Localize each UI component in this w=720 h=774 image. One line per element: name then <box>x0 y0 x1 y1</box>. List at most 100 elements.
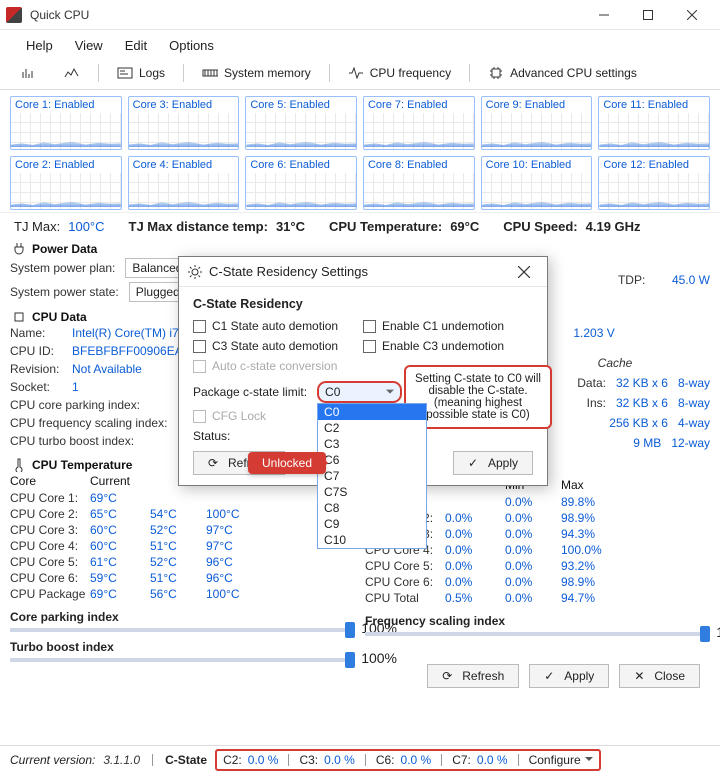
status-bar: Current version: 3.1.1.0 C-State C2:0.0 … <box>0 745 720 774</box>
tool-sparkline-1[interactable] <box>14 63 46 83</box>
c3-auto-demotion-checkbox[interactable]: C3 State auto demotion <box>193 339 353 353</box>
core-panel[interactable]: Core 12: Enabled <box>598 156 710 210</box>
c3-undemotion-checkbox[interactable]: Enable C3 undemotion <box>363 339 523 353</box>
menu-view[interactable]: View <box>65 34 113 57</box>
turbo-slider[interactable]: 100% <box>10 658 355 662</box>
tool-cpufreq[interactable]: CPU frequency <box>340 63 459 83</box>
core-panel[interactable]: Core 2: Enabled <box>10 156 122 210</box>
core-label: Core 1: Enabled <box>11 97 121 113</box>
dialog-close-button[interactable] <box>509 261 539 283</box>
pkg-limit-option[interactable]: C7 <box>318 468 426 484</box>
core-panel[interactable]: Core 3: Enabled <box>128 96 240 150</box>
core-panel[interactable]: Core 7: Enabled <box>363 96 475 150</box>
pkg-limit-option[interactable]: C7S <box>318 484 426 500</box>
window-maximize[interactable] <box>626 0 670 30</box>
app-icon <box>6 7 22 23</box>
core-label: Core 6: Enabled <box>246 157 356 173</box>
core-graph <box>599 173 709 209</box>
c2-label: C2: <box>223 753 242 767</box>
core-label: Core 4: Enabled <box>129 157 239 173</box>
dialog-apply-button[interactable]: ✓Apply <box>453 451 533 475</box>
tool-advcpu-label: Advanced CPU settings <box>510 66 637 80</box>
core-panel[interactable]: Core 8: Enabled <box>363 156 475 210</box>
c6-value: 0.0 % <box>401 753 432 767</box>
core-panel[interactable]: Core 5: Enabled <box>245 96 357 150</box>
menu-options[interactable]: Options <box>159 34 224 57</box>
turbo-pct: 100% <box>361 650 397 666</box>
frequency-scaling-index: Frequency scaling index 100% <box>365 614 710 636</box>
core-panel[interactable]: Core 1: Enabled <box>10 96 122 150</box>
pkg-limit-option[interactable]: C2 <box>318 420 426 436</box>
l1d-label: Data: <box>577 376 606 390</box>
pkg-limit-option[interactable]: C10 <box>318 532 426 548</box>
core-graph <box>364 113 474 149</box>
tool-sysmem[interactable]: System memory <box>194 63 319 83</box>
cpu-name-value: Intel(R) Core(TM) i7- <box>72 326 183 340</box>
cpu-fscale-label: CPU frequency scaling index: <box>10 416 167 430</box>
pkg-limit-option[interactable]: C3 <box>318 436 426 452</box>
core-label: Core 11: Enabled <box>599 97 709 113</box>
main-apply-button[interactable]: ✓Apply <box>529 664 609 688</box>
table-row: CPU Core 4:60°C51°C97°C <box>10 538 355 554</box>
pkg-limit-option[interactable]: C0 <box>318 404 426 420</box>
menu-help[interactable]: Help <box>16 34 63 57</box>
dialog-section-title: C-State Residency <box>193 297 533 311</box>
titlebar: Quick CPU <box>0 0 720 30</box>
cpu-sock-label: Socket: <box>10 380 62 394</box>
table-row: CPU Core 5:0.0%0.0%93.2% <box>365 558 710 574</box>
l2-value: 256 KB x 6 <box>609 416 668 430</box>
pkg-limit-option[interactable]: C6 <box>318 452 426 468</box>
core-panel[interactable]: Core 9: Enabled <box>481 96 593 150</box>
pkg-limit-label: Package c-state limit: <box>193 385 307 399</box>
core-panel[interactable]: Core 10: Enabled <box>481 156 593 210</box>
l3-way: 12-way <box>671 436 710 450</box>
tool-sysmem-label: System memory <box>224 66 311 80</box>
core-panel[interactable]: Core 6: Enabled <box>245 156 357 210</box>
core-graph <box>482 113 592 149</box>
table-row: CPU Core 6:59°C51°C96°C <box>10 570 355 586</box>
pkg-limit-option[interactable]: C9 <box>318 516 426 532</box>
turbo-title: Turbo boost index <box>10 640 355 654</box>
c1-auto-demotion-checkbox[interactable]: C1 State auto demotion <box>193 319 353 333</box>
c7-value: 0.0 % <box>477 753 508 767</box>
tool-advcpu[interactable]: Advanced CPU settings <box>480 63 645 83</box>
pkg-limit-option[interactable]: C8 <box>318 500 426 516</box>
park-title: Core parking index <box>10 610 355 624</box>
main-close-button[interactable]: ✕Close <box>619 664 700 688</box>
cpu-title: CPU Data <box>32 310 87 324</box>
separator <box>329 64 330 82</box>
pkg-limit-dropdown[interactable]: C0 C0C2C3C6C7C7SC8C9C10 <box>317 381 402 403</box>
menu-edit[interactable]: Edit <box>115 34 157 57</box>
core-label: Core 10: Enabled <box>482 157 592 173</box>
tool-sparkline-2[interactable] <box>56 63 88 83</box>
core-grid: Core 1: Enabled Core 3: EnabledCore 5: En… <box>0 90 720 212</box>
configure-dropdown[interactable]: Configure <box>529 753 593 767</box>
c2-value: 0.0 % <box>248 753 279 767</box>
core-panel[interactable]: Core 4: Enabled <box>128 156 240 210</box>
core-graph <box>11 113 121 149</box>
vid-value: 1.203 V <box>573 326 614 340</box>
core-graph <box>246 113 356 149</box>
unlocked-tag: Unlocked <box>248 452 326 474</box>
cstate-label: C-State <box>165 753 207 767</box>
power-title: Power Data <box>32 242 97 256</box>
tool-logs[interactable]: Logs <box>109 63 173 83</box>
pulse-icon <box>348 66 364 80</box>
separator <box>98 64 99 82</box>
table-row: CPU Total0.5%0.0%94.7% <box>365 590 710 606</box>
fscale-slider[interactable]: 100% <box>365 632 710 636</box>
park-slider[interactable]: 100% <box>10 628 355 632</box>
window-close[interactable] <box>670 0 714 30</box>
core-panel[interactable]: Core 11: Enabled <box>598 96 710 150</box>
c1-undemotion-checkbox[interactable]: Enable C1 undemotion <box>363 319 523 333</box>
check-icon: ✓ <box>468 456 482 470</box>
tdp-label: TDP: <box>618 273 645 287</box>
l2-way: 4-way <box>678 416 710 430</box>
core-graph <box>599 113 709 149</box>
version-value: 3.1.1.0 <box>103 753 140 767</box>
window-minimize[interactable] <box>582 0 626 30</box>
cpu-icon <box>12 310 26 324</box>
tjmax-label: TJ Max: <box>14 219 60 234</box>
main-refresh-button[interactable]: ⟳Refresh <box>427 664 519 688</box>
status-label: Status: <box>193 429 230 443</box>
